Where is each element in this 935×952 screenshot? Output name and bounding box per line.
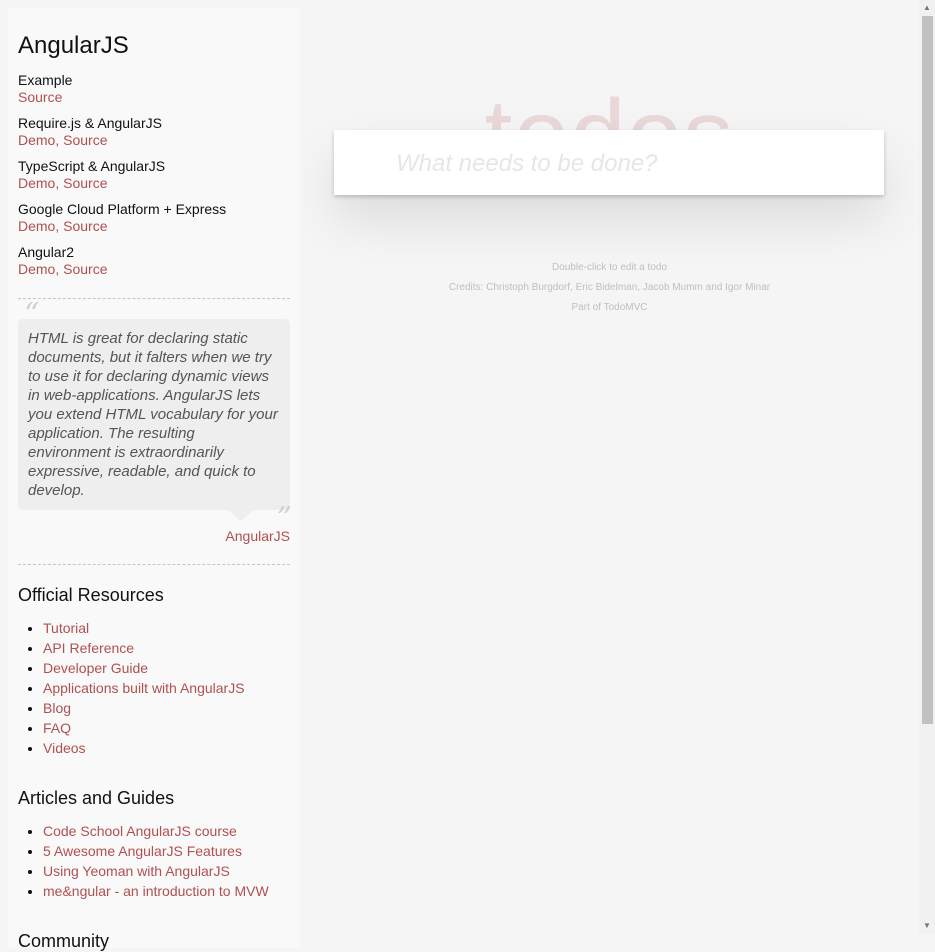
scroll-up-arrow-icon[interactable]: ▲ xyxy=(919,0,935,16)
example-item: Google Cloud Platform + Express Demo, So… xyxy=(18,201,290,235)
resource-link-api-reference[interactable]: API Reference xyxy=(43,640,134,656)
list-item: me&ngular - an introduction to MVW xyxy=(43,881,290,901)
official-resources-list: Tutorial API Reference Developer Guide A… xyxy=(18,618,290,758)
credits: Credits: Christoph Burgdorf, Eric Bidelm… xyxy=(448,282,771,293)
example-source-link[interactable]: Source xyxy=(63,261,107,277)
resource-link-tutorial[interactable]: Tutorial xyxy=(43,620,89,636)
list-item: 5 Awesome AngularJS Features xyxy=(43,841,290,861)
example-demo-link[interactable]: Demo xyxy=(18,132,55,148)
close-quote-icon: ” xyxy=(276,501,292,536)
resource-link-applications[interactable]: Applications built with AngularJS xyxy=(43,680,245,696)
scroll-down-arrow-icon[interactable]: ▼ xyxy=(919,918,935,934)
example-name: Require.js & AngularJS xyxy=(18,115,162,131)
divider xyxy=(18,564,290,565)
community-heading: Community xyxy=(18,931,110,951)
divider xyxy=(18,298,290,299)
official-resources-heading: Official Resources xyxy=(18,585,164,605)
example-demo-link[interactable]: Demo xyxy=(18,175,55,191)
list-item: API Reference xyxy=(43,638,290,658)
example-source-link[interactable]: Source xyxy=(18,89,62,105)
new-todo-container xyxy=(334,130,884,197)
article-link[interactable]: me&ngular - an introduction to MVW xyxy=(43,883,269,899)
article-link[interactable]: Using Yeoman with AngularJS xyxy=(43,863,230,879)
framework-quote: “ HTML is great for declaring static doc… xyxy=(18,300,292,534)
example-name: Example xyxy=(18,72,73,88)
list-item: Using Yeoman with AngularJS xyxy=(43,861,290,881)
example-name: Google Cloud Platform + Express xyxy=(18,201,227,217)
example-name: TypeScript & AngularJS xyxy=(18,158,166,174)
new-todo-input[interactable] xyxy=(394,130,878,197)
article-link[interactable]: Code School AngularJS course xyxy=(43,823,237,839)
quote-arrow xyxy=(228,510,254,521)
list-item: Applications built with AngularJS xyxy=(43,678,290,698)
example-source-link[interactable]: Source xyxy=(63,175,107,191)
open-quote-icon: “ xyxy=(24,297,40,332)
quote-footer: AngularJS xyxy=(18,528,290,544)
example-source-link[interactable]: Source xyxy=(63,132,107,148)
sidebar-title: AngularJS xyxy=(18,32,129,59)
articles-heading: Articles and Guides xyxy=(18,788,175,808)
resource-link-videos[interactable]: Videos xyxy=(43,740,86,756)
list-item: Code School AngularJS course xyxy=(43,821,290,841)
example-item: Angular2 Demo, Source xyxy=(18,244,290,278)
list-item: Blog xyxy=(43,698,290,718)
list-item: Videos xyxy=(43,738,290,758)
example-item: Example Source xyxy=(18,72,290,106)
articles-list: Code School AngularJS course 5 Awesome A… xyxy=(18,821,290,901)
example-source-link[interactable]: Source xyxy=(63,218,107,234)
resource-link-faq[interactable]: FAQ xyxy=(43,720,71,736)
todomvc-link[interactable]: Part of TodoMVC xyxy=(572,302,648,313)
example-demo-link[interactable]: Demo xyxy=(18,218,55,234)
list-item: Tutorial xyxy=(43,618,290,638)
resource-link-developer-guide[interactable]: Developer Guide xyxy=(43,660,148,676)
article-link[interactable]: 5 Awesome AngularJS Features xyxy=(43,843,242,859)
example-item: TypeScript & AngularJS Demo, Source xyxy=(18,158,290,192)
example-demo-link[interactable]: Demo xyxy=(18,261,55,277)
resource-link-blog[interactable]: Blog xyxy=(43,700,71,716)
todo-app: todos Double-click to edit a todo Credit… xyxy=(300,0,919,934)
scroll-thumb[interactable] xyxy=(922,16,933,724)
edit-hint: Double-click to edit a todo xyxy=(551,262,668,273)
vertical-scrollbar[interactable]: ▲ ▼ xyxy=(919,0,935,934)
learn-sidebar: AngularJS Example Source Require.js & An… xyxy=(8,8,300,951)
info-footer: Double-click to edit a todo Credits: Chr… xyxy=(300,258,919,318)
example-item: Require.js & AngularJS Demo, Source xyxy=(18,115,290,149)
quote-text: HTML is great for declaring static docum… xyxy=(28,330,278,499)
list-item: Developer Guide xyxy=(43,658,290,678)
example-name: Angular2 xyxy=(18,244,75,260)
list-item: FAQ xyxy=(43,718,290,738)
